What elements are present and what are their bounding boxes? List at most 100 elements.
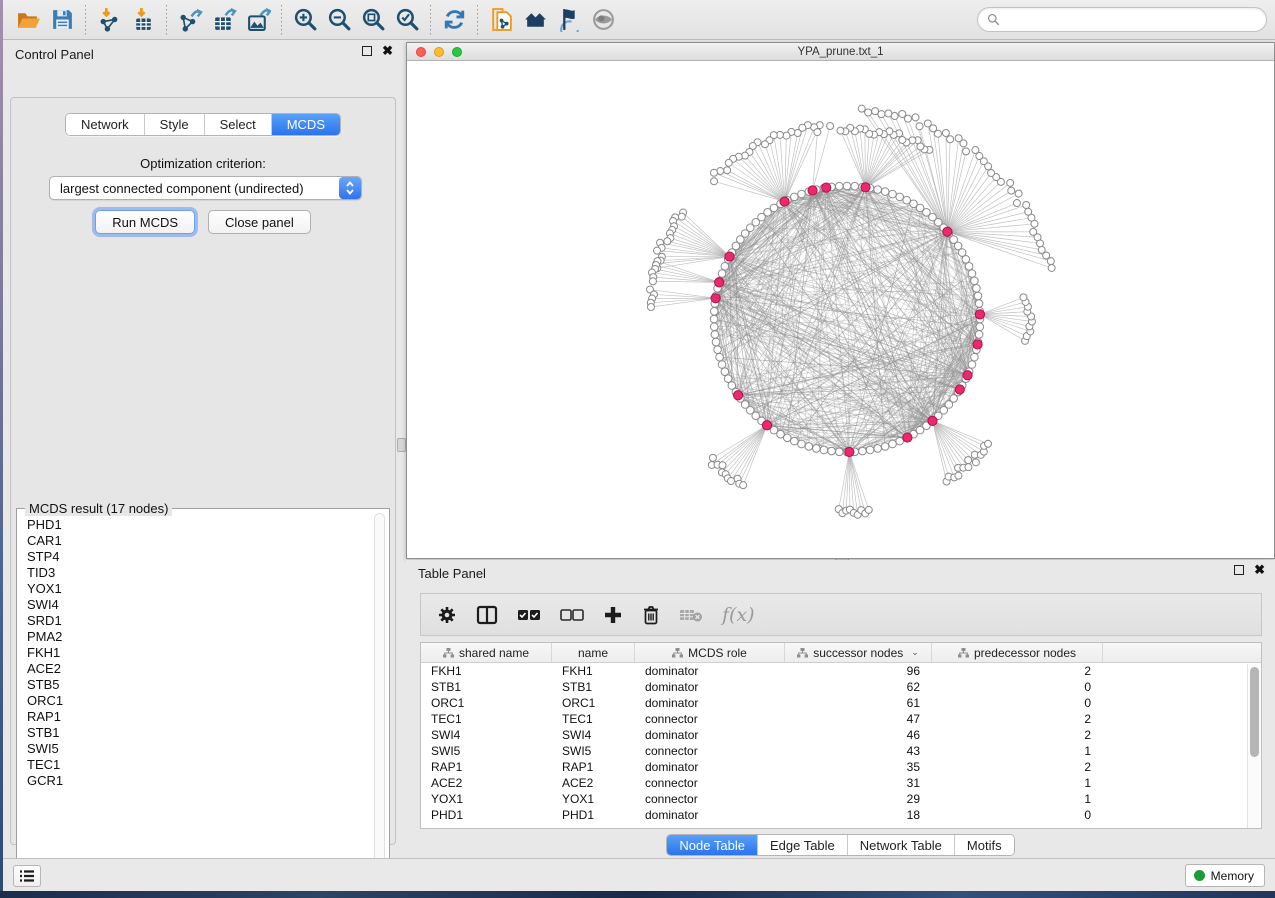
refresh-button[interactable]	[437, 4, 471, 36]
tab-mcds[interactable]: MCDS	[272, 114, 340, 135]
table-scrollbar-thumb[interactable]	[1250, 667, 1259, 757]
network-node[interactable]	[710, 315, 718, 323]
table-row[interactable]: TEC1TEC1connector472	[421, 711, 1247, 727]
mcds-hub-node[interactable]	[973, 340, 982, 349]
float-panel-icon[interactable]	[362, 46, 372, 56]
network-node[interactable]	[813, 445, 821, 453]
network-node[interactable]	[791, 193, 799, 201]
mcds-hub-node[interactable]	[733, 391, 742, 400]
network-node[interactable]	[843, 182, 851, 190]
network-node[interactable]	[678, 213, 685, 220]
network-node[interactable]	[965, 457, 972, 464]
network-node[interactable]	[965, 464, 972, 471]
mcds-hub-node[interactable]	[845, 447, 854, 456]
save-button[interactable]	[45, 4, 79, 36]
table-row[interactable]: STB1STB1dominator620	[421, 679, 1247, 695]
network-node[interactable]	[851, 182, 859, 190]
network-node[interactable]	[1023, 201, 1030, 208]
network-node[interactable]	[710, 169, 717, 176]
network-node[interactable]	[942, 130, 949, 137]
network-node[interactable]	[721, 263, 729, 271]
import-network-button[interactable]	[92, 4, 126, 36]
network-node[interactable]	[784, 434, 792, 442]
network-node[interactable]	[924, 120, 931, 127]
network-node[interactable]	[711, 178, 718, 185]
network-node[interactable]	[798, 440, 806, 448]
network-node[interactable]	[654, 247, 661, 254]
network-node[interactable]	[955, 135, 962, 142]
table-row[interactable]: RAP1RAP1dominator352	[421, 759, 1247, 775]
network-node[interactable]	[955, 472, 962, 479]
network-node[interactable]	[827, 122, 834, 129]
network-node[interactable]	[975, 300, 983, 308]
horizontal-splitter-handle[interactable]	[397, 438, 406, 452]
optimization-criterion-select[interactable]: largest connected component (undirected)	[49, 176, 362, 200]
close-table-panel-icon[interactable]: ✖	[1254, 565, 1265, 575]
open-button[interactable]	[11, 4, 45, 36]
network-node[interactable]	[712, 338, 720, 346]
network-node[interactable]	[963, 148, 970, 155]
network-node[interactable]	[798, 190, 806, 198]
zoom-fit-button[interactable]	[356, 4, 390, 36]
mcds-result-item[interactable]: RAP1	[19, 709, 371, 725]
network-node[interactable]	[881, 443, 889, 451]
mcds-result-item[interactable]: GCR1	[19, 773, 371, 789]
delete-table-button[interactable]	[679, 600, 703, 630]
network-node[interactable]	[1008, 187, 1015, 194]
run-mcds-button[interactable]: Run MCDS	[95, 210, 195, 234]
network-node[interactable]	[837, 127, 844, 134]
mcds-hub-node[interactable]	[943, 227, 952, 236]
network-node[interactable]	[971, 277, 979, 285]
network-node[interactable]	[972, 147, 979, 154]
network-node[interactable]	[975, 331, 983, 339]
table-tab-edge-table[interactable]: Edge Table	[758, 835, 848, 855]
network-node[interactable]	[794, 130, 801, 137]
mcds-result-item[interactable]: CAR1	[19, 533, 371, 549]
mcds-hub-node[interactable]	[963, 371, 972, 380]
network-canvas[interactable]	[407, 61, 1274, 558]
network-node[interactable]	[899, 110, 906, 117]
tab-style[interactable]: Style	[145, 114, 205, 135]
tab-select[interactable]: Select	[205, 114, 272, 135]
network-node[interactable]	[835, 448, 843, 456]
table-settings-button[interactable]	[437, 600, 457, 630]
network-node[interactable]	[973, 285, 981, 293]
network-node[interactable]	[916, 123, 923, 130]
mcds-result-item[interactable]: SRD1	[19, 613, 371, 629]
mcds-hub-node[interactable]	[861, 183, 870, 192]
network-node[interactable]	[820, 446, 828, 454]
select-all-button[interactable]	[517, 600, 541, 630]
network-node[interactable]	[896, 437, 904, 445]
network-node[interactable]	[1013, 200, 1020, 207]
network-node[interactable]	[740, 482, 747, 489]
mcds-hub-node[interactable]	[725, 252, 734, 261]
mcds-result-item[interactable]: SWI5	[19, 741, 371, 757]
network-node[interactable]	[965, 263, 973, 271]
network-node[interactable]	[791, 437, 799, 445]
network-node[interactable]	[988, 169, 995, 176]
mcds-result-item[interactable]: TEC1	[19, 757, 371, 773]
network-node[interactable]	[664, 238, 671, 245]
table-row[interactable]: YOX1YOX1connector291	[421, 791, 1247, 807]
network-node[interactable]	[724, 167, 731, 174]
network-node[interactable]	[761, 141, 768, 148]
mcds-hub-node[interactable]	[903, 433, 912, 442]
add-column-button[interactable]	[603, 600, 623, 630]
show-columns-button[interactable]	[476, 600, 498, 630]
flag-button[interactable]	[552, 4, 586, 36]
network-node[interactable]	[899, 136, 906, 143]
function-builder-button[interactable]: f(x)	[722, 600, 755, 630]
network-node[interactable]	[814, 129, 821, 136]
table-scrollbar[interactable]	[1247, 664, 1260, 828]
mcds-result-item[interactable]: STB5	[19, 677, 371, 693]
import-table-button[interactable]	[126, 4, 160, 36]
network-node[interactable]	[968, 270, 976, 278]
tab-network[interactable]: Network	[66, 114, 145, 135]
network-node[interactable]	[718, 361, 726, 369]
network-node[interactable]	[971, 353, 979, 361]
mcds-result-item[interactable]: STB1	[19, 725, 371, 741]
mcds-hub-node[interactable]	[808, 186, 817, 195]
mcds-hub-node[interactable]	[955, 385, 964, 394]
network-node[interactable]	[858, 105, 865, 112]
mcds-result-list[interactable]: PHD1CAR1STP4TID3YOX1SWI4SRD1PMA2FKH1ACE2…	[19, 517, 371, 873]
